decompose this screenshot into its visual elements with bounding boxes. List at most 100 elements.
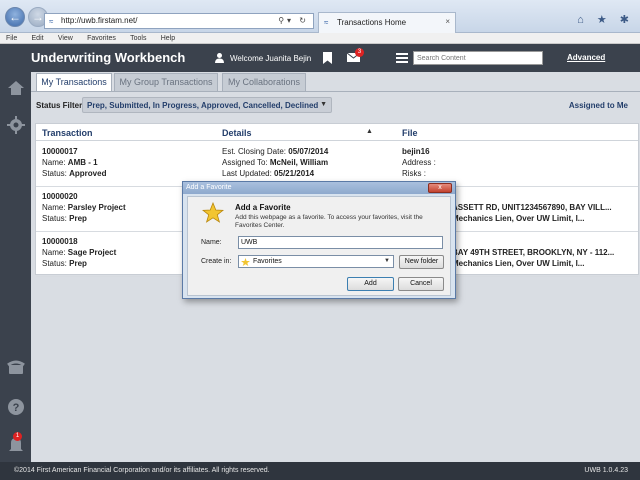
file-address: ASSETT RD, UNIT1234567890, BAY VILL...: [452, 203, 612, 212]
copyright-text: ©2014 First American Financial Corporati…: [14, 467, 270, 474]
file-risks: Risks :: [402, 169, 426, 178]
phone-icon[interactable]: [6, 357, 26, 377]
last-updated-label: Last Updated:: [222, 169, 275, 178]
dialog-body: Add a Favorite Add this webpage as a fav…: [187, 196, 451, 296]
url-text: http://uwb.firstam.net/: [61, 16, 138, 25]
column-header-details[interactable]: Details: [222, 128, 252, 138]
status-filter-value: Prep, Submitted, In Progress, Approved, …: [87, 101, 319, 110]
menu-bar: File Edit View Favorites Tools Help: [0, 33, 640, 44]
assigned-to-label: Assigned To:: [222, 158, 270, 167]
site-icon: ≈: [324, 18, 329, 27]
dialog-description: Add this webpage as a favorite. To acces…: [235, 214, 423, 229]
transaction-status: Prep: [69, 259, 87, 268]
assigned-to-me-link[interactable]: Assigned to Me: [569, 101, 628, 110]
dialog-heading: Add a Favorite: [235, 203, 291, 212]
name-label: Name:: [42, 203, 68, 212]
name-label: Name:: [42, 248, 68, 257]
search-icon[interactable]: ⚲▾ ↻: [278, 16, 309, 25]
status-label: Status:: [42, 169, 70, 178]
app-title: Underwriting Workbench: [31, 50, 186, 65]
file-cell: ASSETT RD, UNIT1234567890, BAY VILL... M…: [452, 191, 612, 224]
name-label: Name:: [201, 239, 222, 246]
table-header: Transaction Details ▲ File: [36, 124, 638, 141]
menu-view[interactable]: View: [52, 34, 73, 42]
details-cell: Est. Closing Date: 05/07/2014 Assigned T…: [222, 146, 328, 179]
close-button[interactable]: x: [428, 183, 452, 193]
transaction-name: AMB - 1: [67, 158, 98, 167]
status-label: Status:: [42, 259, 70, 268]
last-updated: 05/21/2014: [274, 169, 315, 178]
transaction-id[interactable]: 10000020: [42, 192, 78, 201]
name-label: Name:: [42, 158, 68, 167]
menu-file[interactable]: File: [0, 34, 17, 42]
add-button[interactable]: Add: [347, 277, 394, 291]
bookmark-icon[interactable]: [323, 52, 332, 64]
transaction-id[interactable]: 10000017: [42, 147, 78, 156]
chevron-down-icon: ▼: [384, 258, 390, 264]
home-icon[interactable]: [6, 78, 26, 98]
dialog-titlebar[interactable]: Add a Favorite x: [183, 182, 455, 194]
sort-ascending-icon[interactable]: ▲: [366, 128, 373, 135]
cancel-button[interactable]: Cancel: [398, 277, 444, 291]
column-header-file[interactable]: File: [402, 128, 418, 138]
close-icon[interactable]: ×: [445, 17, 450, 26]
transaction-status: Prep: [69, 214, 87, 223]
site-icon: ≈: [49, 17, 54, 26]
version-text: UWB 1.0.4.23: [584, 467, 628, 474]
menu-favorites[interactable]: Favorites: [81, 34, 116, 42]
assigned-to: McNeil, William: [269, 158, 329, 167]
tab-my-group-transactions[interactable]: My Group Transactions: [114, 73, 218, 92]
closing-date: 05/07/2014: [288, 147, 329, 156]
create-in-label: Create in:: [201, 258, 232, 265]
gear-icon[interactable]: [6, 115, 26, 135]
file-owner: bejin16: [402, 147, 430, 156]
browser-toolbar: ← → ≈ http://uwb.firstam.net/ ⚲▾ ↻ ≈ Tra…: [0, 0, 640, 33]
menu-edit[interactable]: Edit: [26, 34, 44, 42]
address-bar[interactable]: ≈ http://uwb.firstam.net/ ⚲▾ ↻: [44, 13, 314, 29]
transaction-cell: 10000018 Name: Sage Project Status: Prep: [42, 236, 116, 269]
file-cell: BAY 49TH STREET, BROOKLYN, NY - 112... M…: [452, 236, 614, 269]
tab-my-collaborations[interactable]: My Collaborations: [222, 73, 306, 92]
search-input[interactable]: [413, 51, 543, 65]
status-label: Status:: [42, 214, 70, 223]
browser-tools-icons[interactable]: ⌂ ★ ✱: [577, 13, 634, 26]
transaction-name: Parsley Project: [67, 203, 126, 212]
mail-badge: 3: [355, 48, 364, 57]
browser-tab-label: Transactions Home: [337, 18, 407, 27]
user-icon: [215, 53, 224, 63]
file-risks: Mechanics Lien, Over UW Limit, I...: [452, 214, 585, 223]
dialog-title: Add a Favorite: [186, 184, 232, 191]
file-risks: Mechanics Lien, Over UW Limit, I...: [452, 259, 585, 268]
browser-tab-transactions-home[interactable]: ≈ Transactions Home ×: [318, 12, 456, 33]
star-folder-icon: [241, 258, 250, 266]
file-address: BAY 49TH STREET, BROOKLYN, NY - 112...: [452, 248, 615, 257]
status-filter-dropdown[interactable]: Prep, Submitted, In Progress, Approved, …: [82, 97, 332, 113]
advanced-search-link[interactable]: Advanced: [567, 53, 605, 62]
menu-help[interactable]: Help: [155, 34, 175, 42]
app-header: Underwriting Workbench Welcome Juanita B…: [0, 44, 640, 72]
chevron-down-icon: ▼: [320, 101, 327, 108]
file-address: Address :: [402, 158, 436, 167]
transaction-id[interactable]: 10000018: [42, 237, 78, 246]
footer: ©2014 First American Financial Corporati…: [0, 462, 640, 480]
transaction-name: Sage Project: [67, 248, 117, 257]
tabs-divider: [31, 91, 640, 92]
notification-badge: 1: [13, 432, 22, 441]
column-header-transaction[interactable]: Transaction: [42, 128, 93, 138]
svg-text:?: ?: [13, 402, 20, 414]
tab-my-transactions[interactable]: My Transactions: [36, 73, 112, 92]
star-icon: [202, 202, 224, 223]
left-sidebar: ? 1: [0, 72, 31, 462]
transaction-cell: 10000017 Name: AMB - 1 Status: Approved: [42, 146, 106, 179]
menu-tools[interactable]: Tools: [124, 34, 146, 42]
new-folder-button[interactable]: New folder: [399, 255, 444, 269]
create-in-value: Favorites: [253, 258, 282, 265]
list-icon[interactable]: [396, 53, 408, 63]
create-in-dropdown[interactable]: Favorites ▼: [238, 255, 394, 268]
transaction-status: Approved: [69, 169, 107, 178]
back-button[interactable]: ←: [5, 7, 25, 27]
add-favorite-dialog: Add a Favorite x Add a Favorite Add this…: [182, 181, 456, 299]
welcome-text: Welcome Juanita Bejin: [230, 54, 312, 63]
help-icon[interactable]: ?: [6, 397, 26, 417]
favorite-name-input[interactable]: [238, 236, 443, 249]
